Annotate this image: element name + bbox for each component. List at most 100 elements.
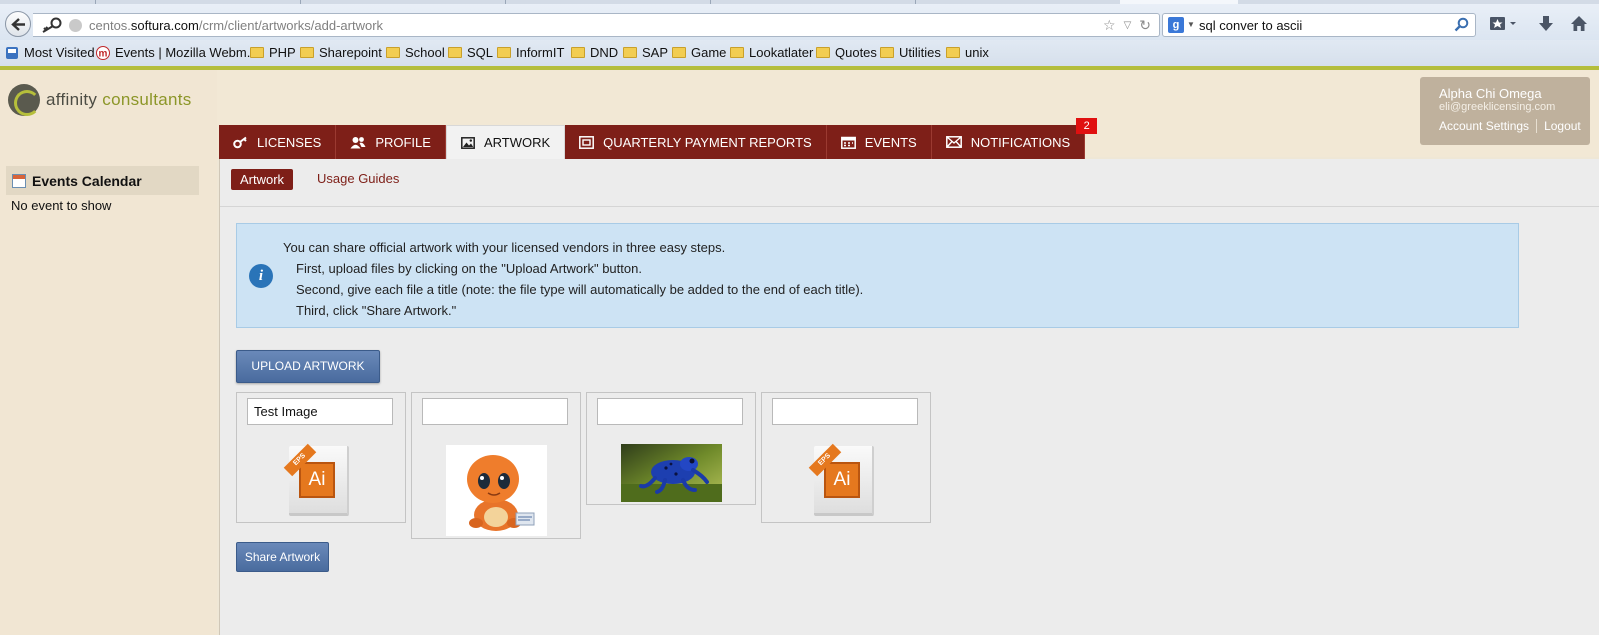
account-links-divider [1536,119,1538,133]
folder-icon [386,47,400,58]
search-icon[interactable] [1454,17,1469,32]
artwork-title-input[interactable] [422,398,568,425]
bookmark-folder-php[interactable]: PHP [250,45,296,60]
info-step-2: Second, give each file a title (note: th… [296,282,864,297]
bookmark-folder-sap[interactable]: SAP [623,45,668,60]
bookmark-label: Lookatlater [749,45,814,60]
info-text: You can share official artwork with your… [283,237,863,321]
brand-logo[interactable]: affinity consultants [8,84,192,116]
tab-licenses[interactable]: LICENSES [219,125,337,159]
info-step-1: First, upload files by clicking on the "… [296,261,642,276]
plush-toy-thumbnail[interactable] [446,445,547,536]
events-calendar-title: Events Calendar [32,172,142,189]
main-tabs: LICENSES PROFILE ARTWORK QUARTERLY PAYME… [219,118,1098,159]
url-text[interactable]: centos.softura.com/crm/client/artworks/a… [89,18,383,33]
folder-icon [623,47,637,58]
home-icon[interactable] [1570,15,1588,33]
tab-label: EVENTS [864,134,917,150]
download-icon[interactable] [1537,15,1555,33]
search-bar[interactable]: g ▼ sql conver to ascii [1162,13,1476,37]
svg-text:m: m [99,48,108,59]
history-dropdown-icon[interactable]: ▽ [1124,17,1132,34]
bookmark-folder-dnd[interactable]: DND [571,45,618,60]
brand-name: affinity consultants [46,90,192,110]
info-intro: You can share official artwork with your… [283,240,726,255]
tab-label: PROFILE [375,134,431,150]
bookmark-folder-school[interactable]: School [386,45,445,60]
bookmark-folder-sql[interactable]: SQL [448,45,493,60]
subnav-artwork[interactable]: Artwork [231,169,294,190]
mozilla-icon: m [96,45,110,60]
bookmarks-menu-icon[interactable] [1489,15,1519,33]
folder-icon [672,47,686,58]
folder-icon [816,47,830,58]
url-path: /crm/client/artworks/add-artwork [198,18,384,33]
frog-thumbnail[interactable] [621,444,722,502]
tab-profile[interactable]: PROFILE [336,125,446,159]
url-domain: softura.com [130,18,199,33]
bookmark-label: Sharepoint [319,45,382,60]
tab-quarterly-payment-reports[interactable]: QUARTERLY PAYMENT REPORTS [565,125,827,159]
bookmark-label: Most Visited [24,45,95,60]
chevron-down-icon[interactable]: ▼ [1187,20,1195,29]
bookmark-folder-informit[interactable]: InformIT [497,45,564,60]
upload-artwork-button[interactable]: UPLOAD ARTWORK [236,350,380,383]
bookmark-folder-utilities[interactable]: Utilities [880,45,941,60]
url-bar[interactable]: centos.softura.com/crm/client/artworks/a… [33,13,1160,37]
subnav-usage-guides[interactable]: Usage Guides [317,171,399,186]
bookmark-most-visited[interactable]: Most Visited [5,45,95,60]
calendar-icon [840,136,856,149]
folder-icon [497,47,511,58]
bookmark-folder-sharepoint[interactable]: Sharepoint [300,45,382,60]
url-prefix: centos. [89,18,131,33]
tab-label: QUARTERLY PAYMENT REPORTS [603,134,812,150]
identity-key-icon[interactable] [37,17,63,33]
tab-artwork[interactable]: ARTWORK [445,125,566,159]
info-box: i You can share official artwork with yo… [236,223,1519,328]
folder-icon [300,47,314,58]
illustrator-file-icon: Ai EPS [808,443,878,518]
tab-label: NOTIFICATIONS [970,134,1071,150]
bookmark-label: Game [691,45,727,60]
folder-icon [946,47,960,58]
back-button[interactable] [5,11,31,37]
share-artwork-button[interactable]: Share Artwork [236,542,329,572]
bookmark-label: DND [590,45,619,60]
search-engine-icon[interactable]: g [1168,17,1184,33]
folder-icon [448,47,462,58]
account-panel: Alpha Chi Omega eli@greeklicensing.com A… [1420,77,1590,145]
bookmark-folder-unix[interactable]: unix [946,45,989,60]
browser-nav-bar: centos.softura.com/crm/client/artworks/a… [0,4,1599,40]
tab-label: LICENSES [257,134,322,150]
tab-notifications[interactable]: NOTIFICATIONS 2 [931,118,1098,159]
artwork-title-input[interactable] [597,398,743,425]
bookmark-label: Quotes [835,45,877,60]
bookmark-label: InformIT [516,45,565,60]
bookmark-folder-lookatlater[interactable]: Lookatlater [730,45,813,60]
folder-icon [250,47,264,58]
bookmarks-toolbar: Most Visited m Events | Mozilla Webm... … [0,40,1599,66]
folder-icon [880,47,894,58]
illustrator-file-icon: Ai EPS [283,443,353,518]
left-sidebar: affinity consultants Events Calendar No … [0,70,217,635]
calendar-icon [12,173,26,188]
sub-navigation: Artwork Usage Guides [220,159,1599,207]
image-icon [460,136,475,149]
account-settings-link[interactable]: Account Settings [1439,119,1529,133]
bookmark-folder-quotes[interactable]: Quotes [816,45,877,60]
most-visited-icon [6,46,18,59]
artwork-title-input[interactable] [247,398,393,425]
back-arrow-icon [11,18,25,31]
tab-events[interactable]: EVENTS [826,125,932,159]
logout-link[interactable]: Logout [1544,119,1581,133]
tab-label: ARTWORK [483,135,551,150]
brand-name-second: consultants [102,90,192,109]
info-step-3: Third, click "Share Artwork." [296,303,457,318]
bookmark-mozilla-events[interactable]: m Events | Mozilla Webm... [96,45,258,60]
reload-icon[interactable]: ↻ [1139,17,1151,34]
search-input[interactable]: sql conver to ascii [1199,18,1302,33]
artwork-title-input[interactable] [772,398,918,425]
ai-label: Ai [824,462,860,498]
bookmark-star-icon[interactable]: ☆ [1103,17,1116,34]
bookmark-folder-game[interactable]: Game [672,45,726,60]
